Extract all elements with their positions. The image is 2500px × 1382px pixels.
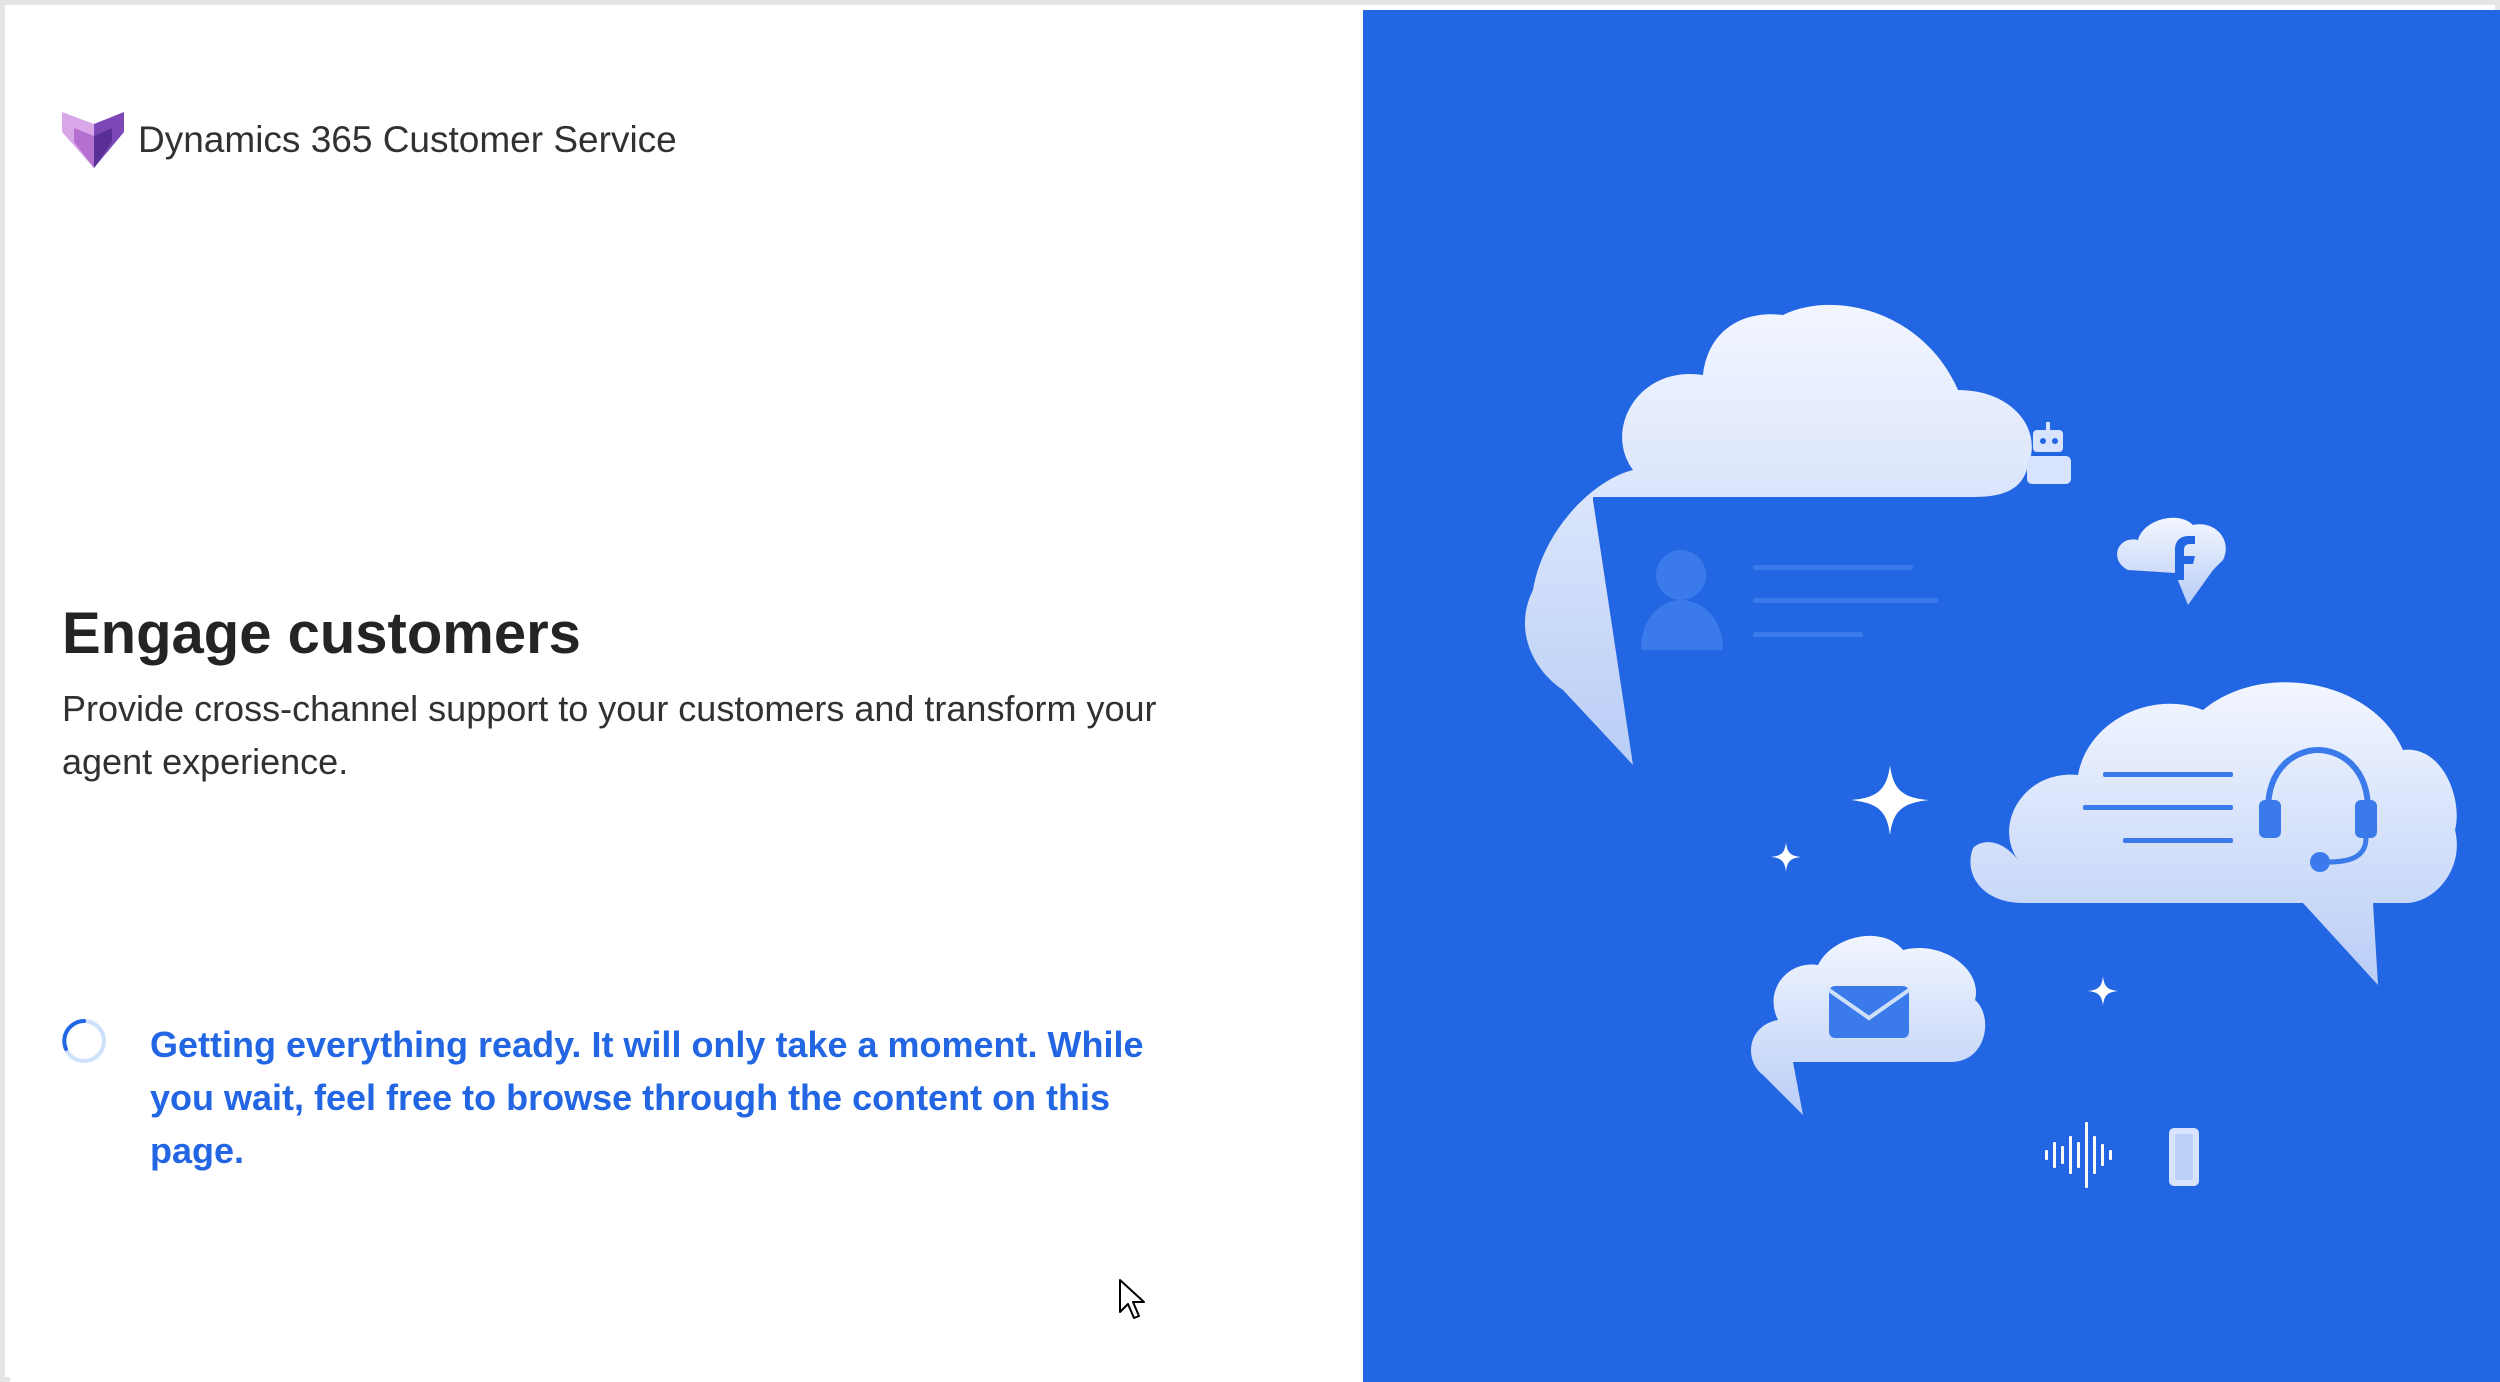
- loading-message: Getting everything ready. It will only t…: [150, 1024, 1144, 1171]
- person-icon: [1641, 550, 1723, 650]
- facebook-icon: [2117, 517, 2226, 605]
- chat-cloud-person-icon: [1524, 304, 2032, 765]
- content-pane: Dynamics 365 Customer Service Engage cus…: [10, 10, 1363, 1382]
- product-name: Dynamics 365 Customer Service: [138, 119, 677, 160]
- page-subtitle: Provide cross-channel support to your cu…: [62, 688, 1157, 782]
- mouse-cursor-icon: [1119, 1279, 1145, 1319]
- page-title: Engage customers: [62, 601, 581, 666]
- customer-service-illustration: [1524, 304, 2457, 1188]
- mobile-phone-icon: [2169, 1128, 2199, 1186]
- brand-header: Dynamics 365 Customer Service: [60, 110, 677, 170]
- bot-icon: [2027, 422, 2071, 484]
- app-window: Dynamics 365 Customer Service Engage cus…: [0, 0, 2500, 1382]
- dynamics-logo-icon: [62, 112, 124, 168]
- illustration-panel: [1363, 10, 2500, 1382]
- loading-spinner-icon: [62, 1019, 106, 1063]
- chat-cloud-headset-icon: [1970, 682, 2457, 985]
- mail-icon: [1827, 986, 1911, 1038]
- voice-wave-icon: [2045, 1122, 2112, 1188]
- chat-cloud-mail-icon: [1751, 935, 1986, 1115]
